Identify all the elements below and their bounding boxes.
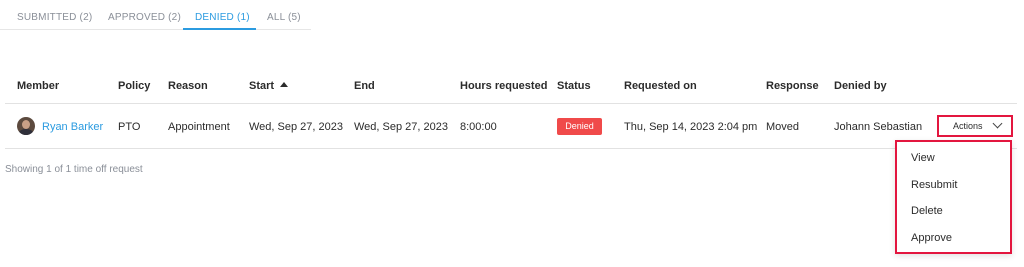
menu-item-approve[interactable]: Approve [911, 232, 952, 244]
header-hours-requested: Hours requested [460, 80, 548, 92]
sort-ascending-icon [280, 82, 289, 87]
menu-item-delete[interactable]: Delete [911, 205, 943, 217]
tab-bar: SUBMITTED (2) APPROVED (2) DENIED (1) AL… [0, 0, 311, 30]
menu-item-view[interactable]: View [911, 152, 935, 164]
cell-end: Wed, Sep 27, 2023 [354, 121, 448, 133]
header-policy: Policy [118, 80, 151, 92]
menu-item-resubmit[interactable]: Resubmit [911, 179, 957, 191]
header-member: Member [17, 80, 60, 92]
chevron-down-icon [992, 118, 1003, 129]
header-status: Status [557, 80, 591, 92]
header-start[interactable]: Start [249, 80, 289, 92]
member-name-link[interactable]: Ryan Barker [42, 121, 103, 133]
status-badge: Denied [557, 118, 602, 135]
avatar-face [22, 120, 30, 129]
cell-hours: 8:00:00 [460, 121, 497, 133]
actions-menu: View Resubmit Delete Approve [895, 140, 1012, 254]
header-reason: Reason [168, 80, 208, 92]
pagination-summary: Showing 1 of 1 time off request [5, 164, 143, 175]
avatar [17, 117, 35, 135]
tab-approved[interactable]: APPROVED (2) [108, 12, 181, 23]
active-tab-indicator [183, 28, 256, 30]
avatar-shirt [19, 129, 33, 135]
header-divider [5, 103, 1017, 104]
tab-all[interactable]: ALL (5) [267, 12, 301, 23]
tab-submitted[interactable]: SUBMITTED (2) [17, 12, 92, 23]
cell-policy: PTO [118, 121, 141, 133]
cell-reason: Appointment [168, 121, 230, 133]
actions-label: Actions [953, 121, 983, 131]
header-end: End [354, 80, 375, 92]
cell-response: Moved [766, 121, 800, 133]
header-denied-by: Denied by [834, 80, 887, 92]
actions-dropdown-button[interactable]: Actions [937, 115, 1013, 137]
header-requested-on: Requested on [624, 80, 697, 92]
cell-denied-by: Johann Sebastian [834, 121, 923, 133]
tab-denied[interactable]: DENIED (1) [195, 12, 250, 23]
header-response: Response [766, 80, 819, 92]
cell-start: Wed, Sep 27, 2023 [249, 121, 343, 133]
header-start-label: Start [249, 80, 275, 92]
cell-requested-on: Thu, Sep 14, 2023 2:04 pm [624, 121, 758, 133]
row-divider [5, 148, 1017, 149]
